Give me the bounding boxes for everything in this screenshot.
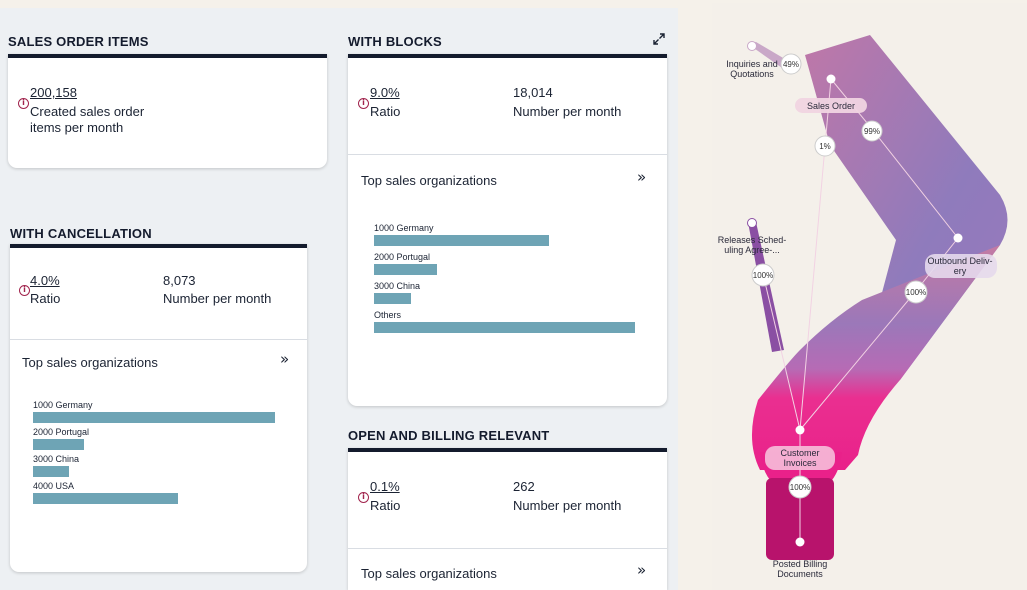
created-items-value[interactable]: 200,158 [30, 85, 77, 100]
bar-label: Others [374, 310, 402, 320]
open-billing-card: i 0.1% Ratio 262 Number per month Top sa… [348, 448, 667, 590]
bar[interactable] [374, 264, 437, 275]
divider [348, 154, 667, 155]
bar[interactable] [374, 322, 635, 333]
bar-label: 1000 Germany [33, 400, 93, 410]
bar[interactable] [33, 466, 69, 477]
pct-bubble-100-releases: 100% [751, 263, 775, 287]
with-blocks-title: WITH BLOCKS [348, 34, 442, 49]
cancellation-count-label: Number per month [163, 291, 272, 306]
pct-bubble-49: 49% [780, 53, 802, 75]
info-icon[interactable]: i [358, 98, 369, 109]
releases-label-l2: uling Agree-... [724, 245, 780, 255]
open-count-value: 262 [513, 479, 535, 494]
node-inquiries[interactable] [747, 41, 757, 51]
pct-bubble-100-invoices: 100% [788, 475, 812, 499]
with-blocks-card: i 9.0% Ratio 18,014 Number per month Top… [348, 54, 667, 406]
flow-ribbon-lower [751, 245, 1000, 470]
outbound-label-l2: ery [954, 266, 967, 276]
bar-label: 4000 USA [33, 481, 75, 491]
with-cancellation-title: WITH CANCELLATION [10, 226, 152, 241]
node-customer-invoices[interactable] [795, 425, 805, 435]
bar-label: 3000 China [374, 281, 421, 291]
node-sales-order[interactable] [826, 74, 836, 84]
divider [10, 339, 307, 340]
cancellation-top-orgs-title: Top sales organizations [22, 355, 158, 370]
svg-text:99%: 99% [864, 127, 880, 136]
open-ratio-label: Ratio [370, 498, 401, 513]
svg-text:49%: 49% [783, 60, 799, 69]
blocks-count-value: 18,014 [513, 85, 553, 100]
cancellation-count-value: 8,073 [163, 273, 196, 288]
info-icon[interactable]: i [18, 98, 29, 109]
created-items-label-line1: Created sales order [30, 104, 145, 119]
process-flow-svg: 49% 99% 1% 100% 100% 100% Inquiries and … [718, 35, 1008, 579]
svg-text:100%: 100% [790, 483, 810, 492]
cancellation-ratio-value[interactable]: 4.0% [30, 273, 60, 288]
divider [348, 548, 667, 549]
chevron-double-right-icon[interactable]: » [637, 168, 646, 186]
svg-text:100%: 100% [906, 288, 926, 297]
bar[interactable] [33, 412, 275, 423]
bar[interactable] [374, 293, 411, 304]
node-outbound[interactable] [953, 233, 963, 243]
node-releases[interactable] [747, 218, 757, 228]
customer-invoices-label-l2: Invoices [783, 458, 817, 468]
outbound-label-l1: Outbound Deliv- [927, 256, 992, 266]
bar-label: 1000 Germany [374, 223, 434, 233]
info-icon[interactable]: i [19, 285, 30, 296]
chevron-double-right-icon[interactable]: » [280, 350, 289, 368]
chevron-double-right-icon[interactable]: » [637, 561, 646, 579]
info-icon[interactable]: i [358, 492, 369, 503]
blocks-ratio-label: Ratio [370, 104, 401, 119]
pct-bubble-1: 1% [814, 135, 836, 157]
process-flow-diagram: 49% 99% 1% 100% 100% 100% Inquiries and … [712, 3, 1027, 590]
blocks-count-label: Number per month [513, 104, 622, 119]
inquiries-label-l2: Quotations [730, 69, 774, 79]
bar[interactable] [33, 439, 84, 450]
posted-billing-label-l2: Documents [777, 569, 823, 579]
expand-icon[interactable] [653, 33, 665, 45]
sales-order-items-title: SALES ORDER ITEMS [8, 34, 149, 49]
sales-order-label: Sales Order [807, 101, 855, 111]
bar-label: 2000 Portugal [33, 427, 90, 437]
pct-bubble-100-outbound: 100% [904, 280, 928, 304]
svg-text:1%: 1% [819, 142, 831, 151]
bar[interactable] [33, 493, 178, 504]
cancellation-ratio-label: Ratio [30, 291, 61, 306]
open-count-label: Number per month [513, 498, 622, 513]
bar-label: 2000 Portugal [374, 252, 431, 262]
open-ratio-value[interactable]: 0.1% [370, 479, 400, 494]
with-cancellation-card: i 4.0% Ratio 8,073 Number per month Top … [10, 244, 307, 572]
bar-label: 3000 China [33, 454, 80, 464]
customer-invoices-label-l1: Customer [780, 448, 819, 458]
posted-billing-label-l1: Posted Billing [773, 559, 828, 569]
svg-text:100%: 100% [753, 271, 773, 280]
blocks-ratio-value[interactable]: 9.0% [370, 85, 400, 100]
pct-bubble-99: 99% [861, 120, 883, 142]
inquiries-label-l1: Inquiries and [726, 59, 778, 69]
open-billing-title: OPEN AND BILLING RELEVANT [348, 428, 550, 443]
bar[interactable] [374, 235, 549, 246]
blocks-top-orgs-title: Top sales organizations [361, 173, 497, 188]
created-items-label-line2: items per month [30, 120, 124, 135]
open-top-orgs-title: Top sales organizations [361, 566, 497, 581]
node-posted-billing[interactable] [795, 537, 805, 547]
sales-order-items-card[interactable]: i 200,158 Created sales order items per … [8, 54, 327, 168]
releases-label-l1: Releases Sched- [718, 235, 787, 245]
